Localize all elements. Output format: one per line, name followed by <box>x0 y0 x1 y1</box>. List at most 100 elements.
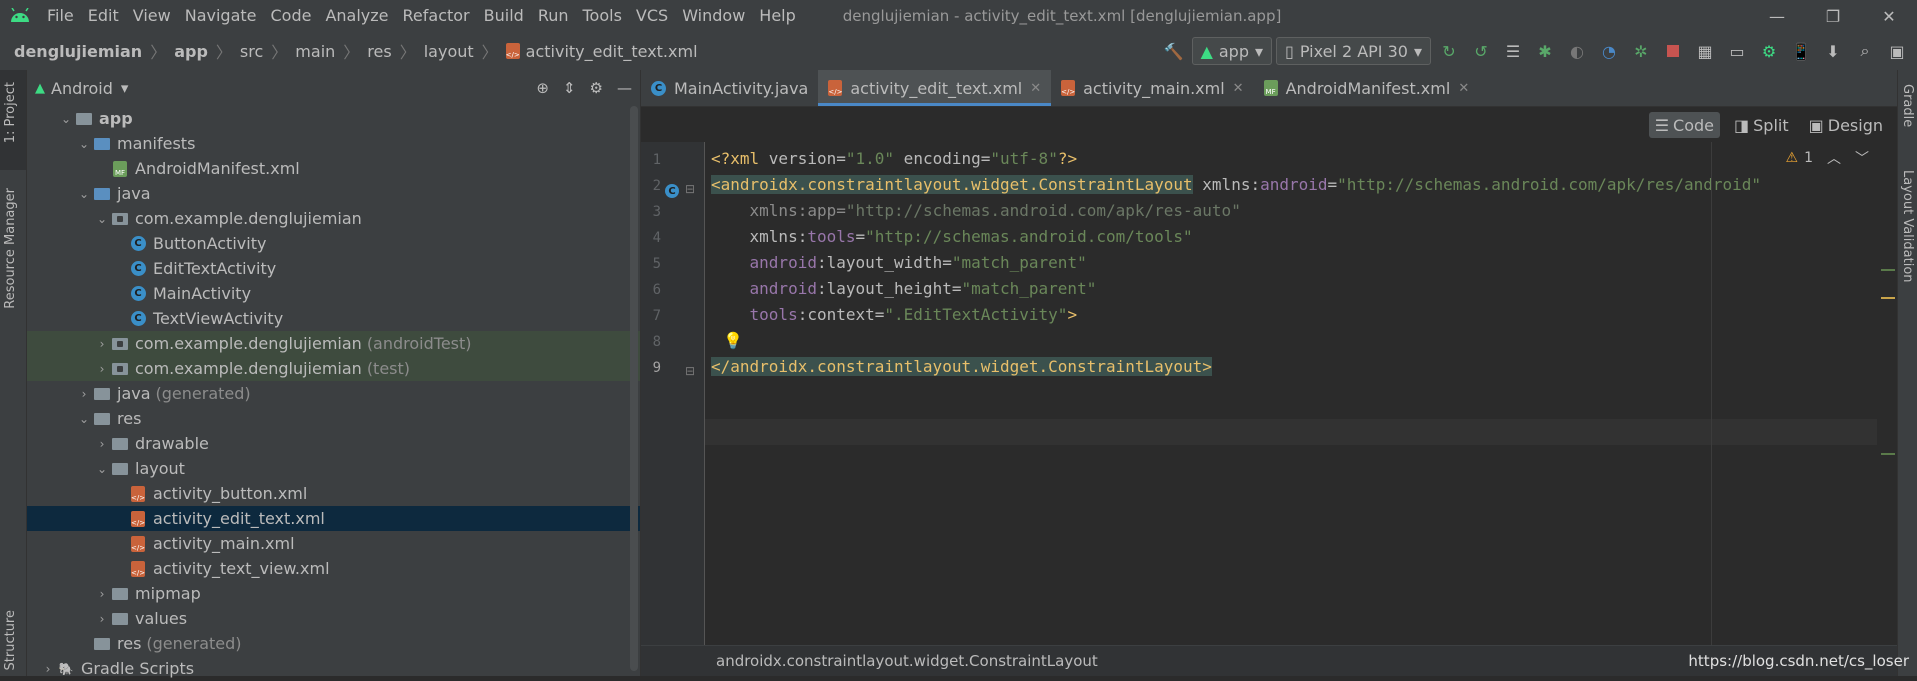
resource-manager-tab[interactable]: Resource Manager <box>3 188 18 309</box>
tab-activity-main[interactable]: activity_main.xml ✕ <box>1051 70 1253 106</box>
menu-help[interactable]: Help <box>752 0 802 32</box>
breadcrumb-project[interactable]: denglujiemian <box>14 42 142 61</box>
project-scrollbar[interactable] <box>630 106 638 671</box>
menu-analyze[interactable]: Analyze <box>318 0 395 32</box>
gear-icon[interactable]: ⚙ <box>590 79 603 97</box>
fold-icon[interactable]: ⊟ <box>685 364 695 378</box>
ide-update-icon[interactable]: ▣ <box>1883 37 1911 65</box>
chevron-right-icon[interactable]: › <box>93 362 111 376</box>
tree-item-activity-button[interactable]: activity_button.xml <box>27 481 640 506</box>
chevron-right-icon[interactable]: › <box>93 612 111 626</box>
menu-edit[interactable]: Edit <box>81 0 126 32</box>
device-file-explorer-icon[interactable]: ⬇ <box>1819 37 1847 65</box>
search-everywhere-icon[interactable]: ⌕ <box>1851 37 1879 65</box>
apply-changes-restart-icon[interactable]: ↻ <box>1435 37 1463 65</box>
tree-item-activity-text-view[interactable]: activity_text_view.xml <box>27 556 640 581</box>
make-project-hammer-icon[interactable]: 🔨 <box>1160 37 1188 65</box>
chevron-right-icon[interactable]: › <box>93 337 111 351</box>
project-tool-tab[interactable]: 1: Project <box>3 82 18 143</box>
tree-item-edittext-activity[interactable]: C EditTextActivity <box>27 256 640 281</box>
tree-item-values[interactable]: › values <box>27 606 640 631</box>
gradle-tab[interactable]: Gradle <box>1900 84 1915 127</box>
close-tab-icon[interactable]: ✕ <box>1458 81 1469 96</box>
lightbulb-icon[interactable]: 💡 <box>723 328 743 354</box>
tree-item-res-generated[interactable]: res (generated) <box>27 631 640 656</box>
project-structure-icon[interactable]: ▦ <box>1691 37 1719 65</box>
chevron-right-icon[interactable]: › <box>93 437 111 451</box>
tree-item-res[interactable]: ⌄ res <box>27 406 640 431</box>
tree-item-mipmap[interactable]: › mipmap <box>27 581 640 606</box>
tree-item-java-generated[interactable]: › java (generated) <box>27 381 640 406</box>
structure-tab[interactable]: Structure <box>3 610 18 670</box>
mode-code-button[interactable]: ☰ Code <box>1648 112 1721 138</box>
profiler-gauge-icon[interactable]: ◔ <box>1595 37 1623 65</box>
breadcrumb-res[interactable]: res <box>367 42 391 61</box>
chevron-down-icon[interactable]: ⌄ <box>75 137 93 151</box>
class-gutter-icon[interactable]: C <box>665 184 679 198</box>
tree-item-app[interactable]: ⌄ app <box>27 106 640 131</box>
tree-item-manifests[interactable]: ⌄ manifests <box>27 131 640 156</box>
tag-path[interactable]: androidx.constraintlayout.widget.Constra… <box>716 652 1098 670</box>
tree-item-java[interactable]: ⌄ java <box>27 181 640 206</box>
error-stripe[interactable] <box>1877 142 1897 646</box>
breadcrumb-file[interactable]: activity_edit_text.xml <box>526 42 698 61</box>
chevron-right-icon[interactable]: › <box>39 662 57 676</box>
run-config-select[interactable]: ▲ app ▾ <box>1191 37 1273 65</box>
menu-window[interactable]: Window <box>675 0 752 32</box>
tree-item-gradle-scripts[interactable]: › 🐘 Gradle Scripts <box>27 656 640 681</box>
menu-navigate[interactable]: Navigate <box>178 0 264 32</box>
device-select[interactable]: ▯ Pixel 2 API 30 ▾ <box>1276 37 1431 65</box>
apply-code-changes-icon[interactable]: ↺ <box>1467 37 1495 65</box>
layout-validation-tab[interactable]: Layout Validation <box>1900 170 1915 283</box>
tree-item-package[interactable]: ⌄ com.example.denglujiemian <box>27 206 640 231</box>
locate-file-icon[interactable]: ⊕ <box>536 79 549 97</box>
mode-split-button[interactable]: ◨ Split <box>1728 112 1795 138</box>
menu-tools[interactable]: Tools <box>576 0 629 32</box>
collapse-all-icon[interactable]: ⇕ <box>563 79 576 97</box>
tree-item-button-activity[interactable]: C ButtonActivity <box>27 231 640 256</box>
attach-debugger-icon[interactable]: ✲ <box>1627 37 1655 65</box>
menu-file[interactable]: File <box>40 0 81 32</box>
breadcrumb-main[interactable]: main <box>295 42 335 61</box>
inspection-widget[interactable]: ⚠ 1 ︿ ﹀ <box>1786 148 1869 168</box>
stop-icon[interactable] <box>1659 37 1687 65</box>
close-window-icon[interactable]: ✕ <box>1861 0 1917 32</box>
minimize-icon[interactable]: — <box>1749 0 1805 32</box>
menu-code[interactable]: Code <box>264 0 319 32</box>
tree-item-activity-main[interactable]: activity_main.xml <box>27 531 640 556</box>
run-list-icon[interactable]: ☰ <box>1499 37 1527 65</box>
chevron-down-icon[interactable]: ⌄ <box>93 212 111 226</box>
tree-item-layout[interactable]: ⌄ layout <box>27 456 640 481</box>
chevron-down-icon[interactable]: ⌄ <box>75 187 93 201</box>
chevron-down-icon[interactable]: ⌄ <box>75 412 93 426</box>
chevron-down-icon[interactable]: ﹀ <box>1855 148 1869 168</box>
hide-panel-icon[interactable]: — <box>617 79 632 97</box>
profile-icon[interactable]: ◐ <box>1563 37 1591 65</box>
menu-view[interactable]: View <box>126 0 178 32</box>
restore-icon[interactable]: ❐ <box>1805 0 1861 32</box>
breadcrumb-src[interactable]: src <box>240 42 263 61</box>
terminal-icon[interactable]: ▭ <box>1723 37 1751 65</box>
debug-icon[interactable]: ✱ <box>1531 37 1559 65</box>
menu-build[interactable]: Build <box>477 0 531 32</box>
chevron-up-icon[interactable]: ︿ <box>1827 148 1841 168</box>
project-view-select[interactable]: Android <box>51 79 113 98</box>
chevron-down-icon[interactable]: ⌄ <box>57 112 75 126</box>
chevron-down-icon[interactable]: ▾ <box>121 79 129 97</box>
sdk-manager-icon[interactable]: ⚙ <box>1755 37 1783 65</box>
tree-item-package-androidtest[interactable]: › com.example.denglujiemian (androidTest) <box>27 331 640 356</box>
tree-item-drawable[interactable]: › drawable <box>27 431 640 456</box>
breadcrumb-app[interactable]: app <box>174 42 208 61</box>
chevron-right-icon[interactable]: › <box>93 587 111 601</box>
tab-android-manifest[interactable]: MF AndroidManifest.xml ✕ <box>1254 70 1480 106</box>
menu-run[interactable]: Run <box>531 0 576 32</box>
breadcrumb-layout[interactable]: layout <box>424 42 474 61</box>
tree-item-package-test[interactable]: › com.example.denglujiemian (test) <box>27 356 640 381</box>
close-tab-icon[interactable]: ✕ <box>1030 81 1041 96</box>
tab-main-activity[interactable]: C MainActivity.java <box>641 70 818 106</box>
fold-icon[interactable]: ⊟ <box>685 182 695 196</box>
menu-refactor[interactable]: Refactor <box>396 0 477 32</box>
tree-item-android-manifest[interactable]: MF AndroidManifest.xml <box>27 156 640 181</box>
tree-item-textview-activity[interactable]: C TextViewActivity <box>27 306 640 331</box>
tree-item-main-activity[interactable]: C MainActivity <box>27 281 640 306</box>
